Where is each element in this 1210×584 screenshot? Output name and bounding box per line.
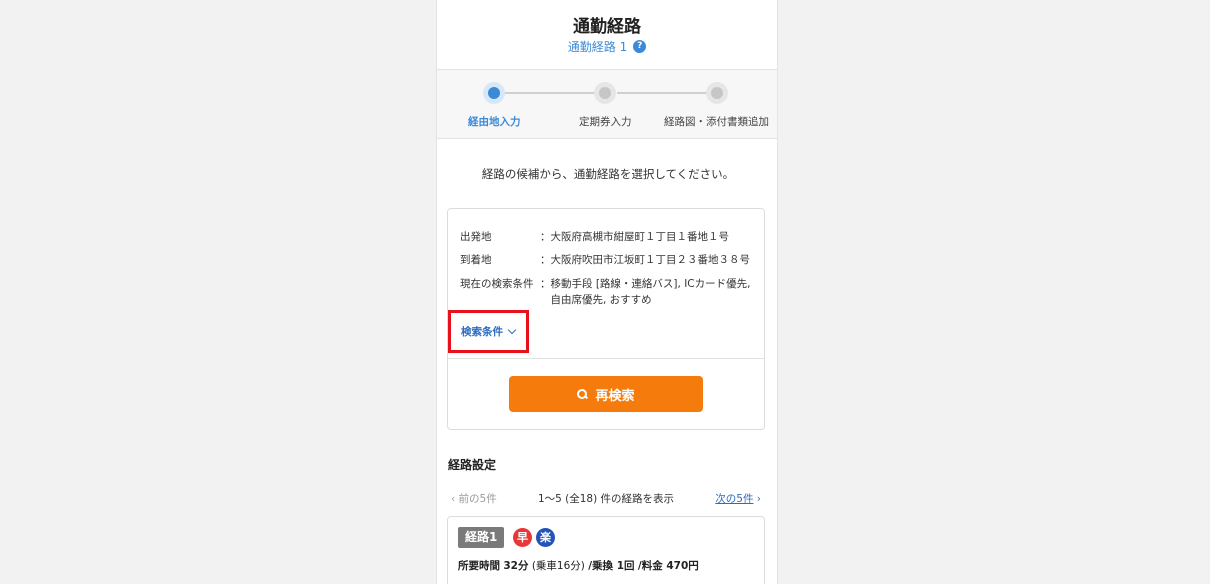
step-connector [505,92,595,94]
search-condition-text: 移動手段 [路線・連絡バス], ICカード優先, 自由席優先, おすすめ [550,278,751,306]
divider [448,358,764,359]
search-condition-value: ： 移動手段 [路線・連絡バス], ICカード優先, 自由席優先, おすすめ [540,276,760,308]
easiest-tag-icon: 楽 [536,528,555,547]
arrival-label: 到着地 [460,254,492,266]
departure-label: 出発地 [460,231,492,243]
transfer-count: /乗換 1回 [588,560,635,572]
help-icon[interactable]: ? [633,40,647,53]
commute-route-panel: 通勤経路 通勤経路 1 ? 経由地入力 定期券入力 経路図・添付書類追加 経路の… [436,0,778,584]
search-conditions-box: 出発地 ：大阪府高槻市紺屋町１丁目１番地１号 到着地 ：大阪府吹田市江坂町１丁目… [447,208,765,430]
research-button[interactable]: 再検索 [509,376,703,412]
time-value: 32分 [503,560,529,572]
step-3-label: 経路図・添付書類追加 [664,116,769,128]
departure-value: ：大阪府高槻市紺屋町１丁目１番地１号 [540,231,729,243]
route-pager: ‹ 前の5件 1〜5 (全18) 件の経路を表示 次の5件 › [447,491,765,507]
search-conditions-toggle-label: 検索条件 [461,326,503,338]
step-3-indicator [706,82,728,104]
ride-detail: (乗車16分) [531,560,585,572]
search-condition-label: 現在の検索条件 [460,278,534,290]
time-label: 所要時間 [458,560,500,572]
page-title: 通勤経路 [573,17,641,37]
arrival-value: ：大阪府吹田市江坂町１丁目２３番地３８号 [540,254,750,266]
header: 通勤経路 通勤経路 1 ? [437,0,777,70]
step-connector [617,92,707,94]
chevron-down-icon [507,325,517,335]
step-2-label: 定期券入力 [579,116,632,128]
step-1-label: 経由地入力 [468,116,521,128]
chevron-right-icon: › [756,493,761,505]
departure-row: 出発地 ：大阪府高槻市紺屋町１丁目１番地１号 [460,229,760,245]
arrival-row: 到着地 ：大阪府吹田市江坂町１丁目２３番地３８号 [460,252,760,268]
instruction-text: 経路の候補から、通勤経路を選択してください。 [481,167,735,181]
route-card[interactable]: 経路1 早 楽 所要時間 32分 (乗車16分) /乗換 1回 /料金 470円 [447,516,765,584]
route-settings-heading: 経路設定 [448,458,497,472]
route-badge: 経路1 [458,527,505,548]
search-condition-row: 現在の検索条件 ： 移動手段 [路線・連絡バス], ICカード優先, 自由席優先… [460,276,760,308]
step-2-indicator [594,82,616,104]
progress-stepper: 経由地入力 定期券入力 経路図・添付書類追加 [437,70,777,139]
route-summary: 所要時間 32分 (乗車16分) /乗換 1回 /料金 470円 [458,558,699,573]
search-conditions-toggle[interactable]: 検索条件 [448,310,529,353]
next-page-link[interactable]: 次の5件 › [715,491,761,506]
fastest-tag-icon: 早 [513,528,532,547]
fare: /料金 470円 [637,560,699,572]
page-subtitle: 通勤経路 1 ? [437,38,777,55]
search-icon [577,389,588,399]
next-page-label: 次の5件 [715,493,754,505]
research-button-label: 再検索 [595,388,635,404]
route-name: 通勤経路 1 [567,40,628,54]
search-condition-prefix: ： [540,278,551,290]
step-1-indicator [483,82,505,104]
